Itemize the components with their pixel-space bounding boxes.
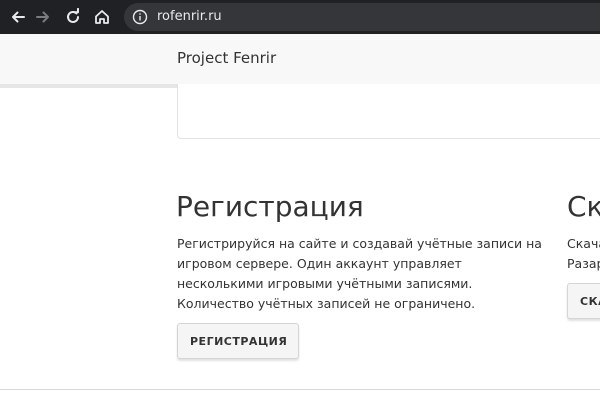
download-description-line: Скачай клиент игры. [567,236,600,251]
download-section: Скачать Скачай клиент игры. Разархивируй… [560,160,600,370]
site-navbar: Project Fenrir [0,34,600,88]
content-card [177,84,600,139]
register-description-line: несколькими игровыми учётными записями. [177,276,473,291]
divider [0,389,600,390]
address-bar[interactable]: rofenrir.ru [124,3,600,31]
forward-button[interactable] [31,5,55,29]
home-button[interactable] [90,5,114,29]
register-title: Регистрация [176,190,364,223]
back-button[interactable] [6,5,30,29]
back-icon [12,11,25,23]
reload-icon [67,8,79,23]
register-description-line: игровом сервере. Один аккаунт управляет [177,256,462,271]
browser-toolbar: rofenrir.ru [0,0,600,34]
download-description-line: Разархивируй и играй. [567,256,600,271]
register-description-line: Количество учётных записей не ограничено… [177,296,476,311]
forward-icon [36,11,49,23]
download-description: Скачай клиент игры. Разархивируй и играй… [567,234,600,274]
register-description: Регистрируйся на сайте и создавай учётны… [177,234,542,314]
register-description-line: Регистрируйся на сайте и создавай учётны… [177,236,542,251]
download-button[interactable]: Скачать [567,283,600,319]
info-icon[interactable] [132,9,148,25]
download-title: Скачать [567,190,600,223]
reload-button[interactable] [61,5,85,29]
brand-link[interactable]: Project Fenrir [177,49,276,67]
register-button[interactable]: Регистрация [177,323,299,359]
url-text[interactable]: rofenrir.ru [157,8,222,26]
home-icon [95,10,109,24]
